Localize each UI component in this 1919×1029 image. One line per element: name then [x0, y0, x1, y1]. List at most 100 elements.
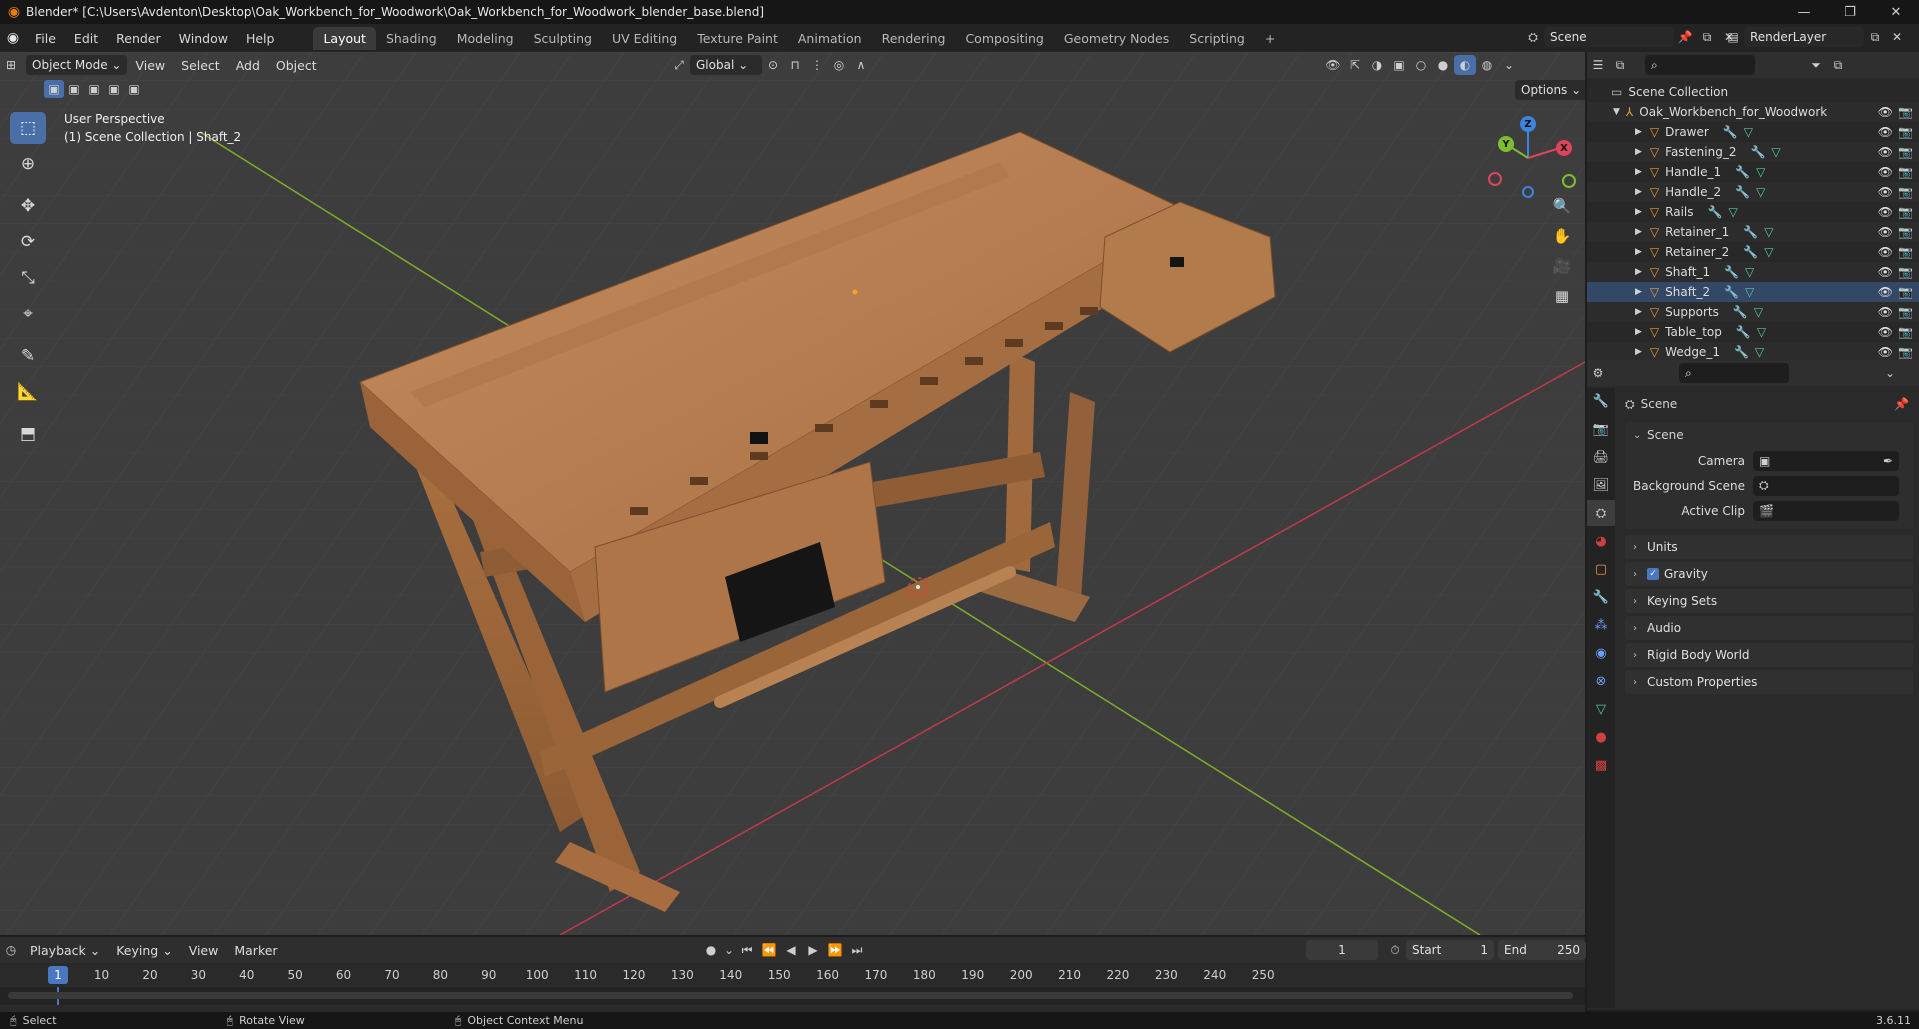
modifier-icon[interactable]: 🔧 [1735, 185, 1750, 199]
annotate-tool-icon[interactable]: ✎ [10, 340, 46, 372]
filter-icon[interactable]: ⏷ [1805, 55, 1827, 75]
select-invert-icon[interactable]: ▣ [104, 80, 124, 98]
add-cube-tool-icon[interactable]: ⬒ [10, 418, 46, 450]
menu-view[interactable]: View [127, 58, 173, 73]
render-camera-icon[interactable]: 📷 [1898, 245, 1913, 259]
x-axis-icon[interactable]: X [1556, 140, 1572, 156]
orientation-dropdown[interactable]: Global ⌄ [690, 55, 762, 75]
blender-logo-icon[interactable]: ◉ [0, 30, 26, 46]
outliner-object-row[interactable]: ▶ ▽ Shaft_2 🔧 ▽ 👁 📷 [1587, 282, 1919, 302]
render-camera-icon[interactable]: 📷 [1898, 285, 1913, 299]
display-mode-icon[interactable]: ⧉ [1609, 55, 1631, 75]
visibility-eye-icon[interactable]: 👁 [1878, 125, 1893, 139]
visibility-eye-icon[interactable]: 👁 [1878, 165, 1893, 179]
timeline-scrollbar[interactable] [8, 992, 1573, 999]
visibility-eye-icon[interactable]: 👁 [1878, 245, 1893, 259]
visibility-eye-icon[interactable]: 👁 [1878, 185, 1893, 199]
timeline-track[interactable] [0, 987, 1585, 1005]
tab-animation[interactable]: Animation [788, 27, 872, 50]
prev-keyframe-icon[interactable]: ⏪ [758, 940, 780, 960]
tab-layout[interactable]: Layout [313, 26, 376, 50]
outliner-object-row[interactable]: ▶ ▽ Rails 🔧 ▽ 👁 📷 [1587, 202, 1919, 222]
mesh-data-icon[interactable]: ▽ [1771, 145, 1780, 159]
menu-select[interactable]: Select [173, 58, 228, 73]
gravity-panel[interactable]: › ✓ Gravity [1625, 562, 1913, 586]
audio-panel[interactable]: › Audio [1625, 616, 1913, 640]
new-view-layer-icon[interactable]: ⧉ [1864, 27, 1886, 47]
play-icon[interactable]: ▶ [802, 940, 824, 960]
outliner-object-row[interactable]: ▶ ▽ Wedge_1 🔧 ▽ 👁 📷 [1587, 342, 1919, 362]
pivot-icon[interactable]: ⊙ [762, 55, 784, 75]
overlays-icon[interactable]: ◑ [1366, 55, 1388, 75]
tab-compositing[interactable]: Compositing [955, 27, 1053, 50]
mesh-data-icon[interactable]: ▽ [1744, 125, 1753, 139]
new-collection-icon[interactable]: ⧉ [1827, 55, 1849, 75]
expand-triangle-icon[interactable]: ▶ [1635, 187, 1642, 197]
expand-triangle-icon[interactable]: ▶ [1635, 167, 1642, 177]
active-clip-field[interactable]: 🎬 [1753, 500, 1899, 521]
expand-triangle-icon[interactable]: ▶ [1635, 307, 1642, 317]
menu-marker[interactable]: Marker [226, 943, 285, 958]
scene-name-field[interactable]: Scene [1544, 27, 1674, 47]
outliner-object-row[interactable]: ▶ ▽ Handle_2 🔧 ▽ 👁 📷 [1587, 182, 1919, 202]
mesh-data-icon[interactable]: ▽ [1756, 185, 1765, 199]
play-reverse-icon[interactable]: ◀ [780, 940, 802, 960]
scene-icon[interactable]: ⛭ [1522, 27, 1544, 47]
scene-tab-icon[interactable]: ⛭ [1587, 500, 1615, 526]
minimize-icon[interactable]: — [1781, 0, 1827, 24]
menu-object[interactable]: Object [268, 58, 325, 73]
render-camera-icon[interactable]: 📷 [1898, 265, 1913, 279]
visibility-eye-icon[interactable]: 👁 [1878, 345, 1893, 359]
modifier-icon[interactable]: 🔧 [1743, 225, 1758, 239]
solid-shading-icon[interactable]: ● [1432, 55, 1454, 75]
tab-rendering[interactable]: Rendering [872, 27, 956, 50]
mesh-data-icon[interactable]: ▽ [1745, 265, 1754, 279]
outliner-collection-row[interactable]: ▼ ⅄ Oak_Workbench_for_Woodwork 👁 📷 [1587, 102, 1919, 122]
gravity-checkbox[interactable]: ✓ [1647, 568, 1659, 580]
menu-help[interactable]: Help [237, 31, 284, 46]
start-frame-field[interactable]: Start 1 [1406, 940, 1494, 960]
tool-tab-icon[interactable]: 🔧 [1587, 388, 1615, 414]
menu-add[interactable]: Add [228, 58, 268, 73]
tab-scripting[interactable]: Scripting [1179, 27, 1255, 50]
outliner-object-row[interactable]: ▶ ▽ Table_top 🔧 ▽ 👁 📷 [1587, 322, 1919, 342]
falloff-icon[interactable]: ∧ [850, 55, 872, 75]
keying-sets-panel[interactable]: › Keying Sets [1625, 589, 1913, 613]
background-scene-field[interactable]: ⛭ [1753, 475, 1899, 496]
timeline-editor-icon[interactable]: ◷ [0, 940, 22, 960]
modifier-tab-icon[interactable]: 🔧 [1587, 584, 1615, 610]
mesh-data-icon[interactable]: ▽ [1755, 345, 1764, 359]
zoom-icon[interactable]: 🔍 [1548, 192, 1576, 220]
expand-triangle-icon[interactable]: ▶ [1635, 147, 1642, 157]
neg-x-axis-icon[interactable] [1488, 172, 1502, 186]
visibility-eye-icon[interactable]: 👁 [1878, 265, 1893, 279]
options-dropdown[interactable]: Options ⌄ [1515, 80, 1585, 100]
visibility-eye-icon[interactable]: 👁 [1878, 305, 1893, 319]
custom-properties-panel[interactable]: › Custom Properties [1625, 670, 1913, 694]
playhead-frame[interactable]: 1 [48, 966, 68, 984]
modifier-icon[interactable]: 🔧 [1708, 205, 1723, 219]
rendered-shading-icon[interactable]: ◍ [1476, 55, 1498, 75]
render-camera-icon[interactable]: 📷 [1898, 305, 1913, 319]
output-tab-icon[interactable]: 🖨 [1587, 444, 1615, 470]
rotate-tool-icon[interactable]: ⟳ [10, 226, 46, 258]
modifier-icon[interactable]: 🔧 [1735, 165, 1750, 179]
snap-target-icon[interactable]: ⋮ [806, 55, 828, 75]
data-tab-icon[interactable]: ▽ [1587, 696, 1615, 722]
particles-tab-icon[interactable]: ⁂ [1587, 612, 1615, 638]
modifier-icon[interactable]: 🔧 [1724, 285, 1739, 299]
modifier-icon[interactable]: 🔧 [1743, 245, 1758, 259]
properties-search-input[interactable]: ⌕ [1679, 363, 1789, 383]
record-icon[interactable]: ● [700, 940, 722, 960]
move-tool-icon[interactable]: ✥ [10, 190, 46, 222]
view-layer-field[interactable]: RenderLayer [1744, 27, 1864, 47]
tab-sculpting[interactable]: Sculpting [524, 27, 602, 50]
mesh-data-icon[interactable]: ▽ [1764, 225, 1773, 239]
menu-edit[interactable]: Edit [65, 31, 107, 46]
clock-icon[interactable]: ⏱ [1384, 940, 1406, 960]
select-intersect-icon[interactable]: ▣ [124, 80, 144, 98]
render-tab-icon[interactable]: 📷 [1587, 416, 1615, 442]
select-extend-icon[interactable]: ▣ [64, 80, 84, 98]
jump-end-icon[interactable]: ⏭ [846, 940, 868, 960]
wireframe-shading-icon[interactable]: ○ [1410, 55, 1432, 75]
